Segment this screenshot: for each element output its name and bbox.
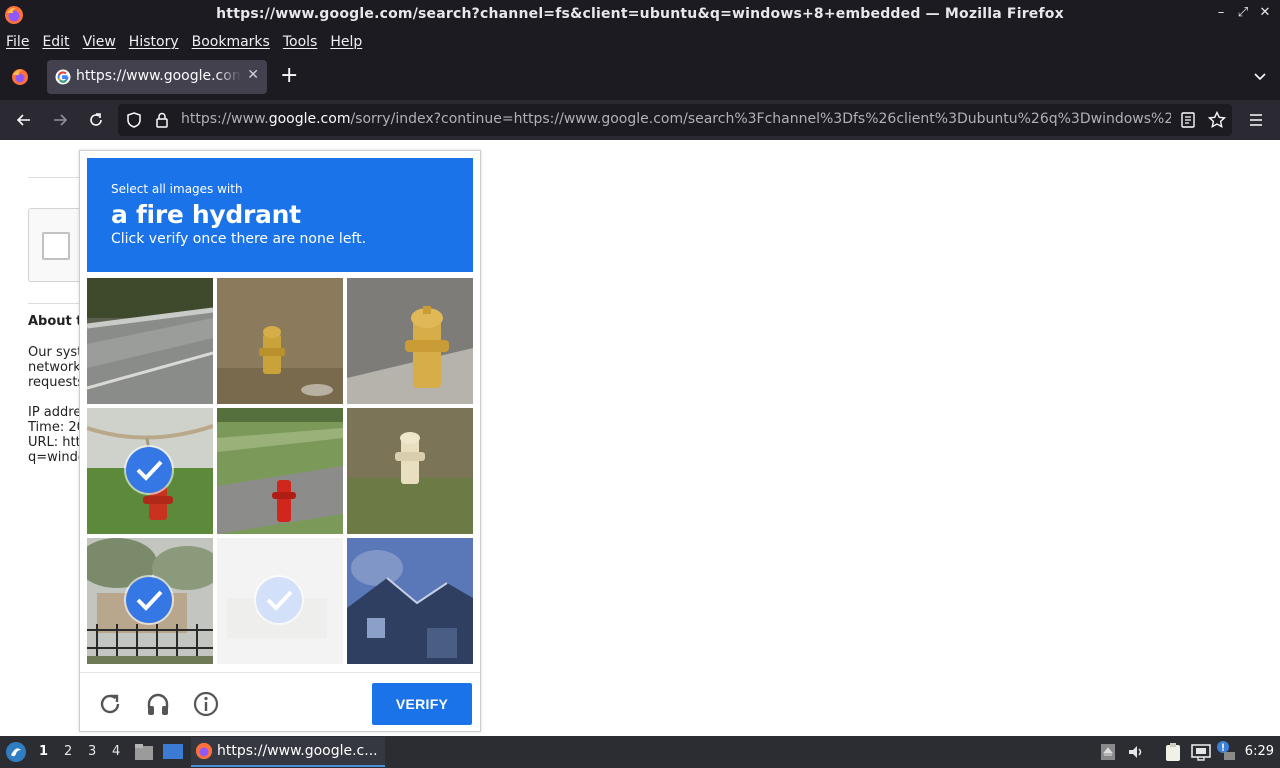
firefox-icon: [195, 742, 213, 760]
workspace-1[interactable]: 1: [39, 744, 48, 759]
captcha-tile-6[interactable]: [347, 408, 473, 534]
url-text[interactable]: https://www.google.com/sorry/index?conti…: [181, 111, 1171, 127]
para-line: requests: [28, 375, 85, 390]
navigation-toolbar: https://www.google.com/sorry/index?conti…: [0, 100, 1280, 140]
window-titlebar: https://www.google.com/search?channel=fs…: [0, 0, 1280, 30]
workspace-3[interactable]: 3: [88, 744, 96, 759]
captcha-tile-4[interactable]: [87, 408, 213, 534]
back-icon[interactable]: [14, 110, 34, 130]
tracking-protection-shield-icon[interactable]: [124, 110, 144, 130]
desktop-icon[interactable]: [162, 743, 184, 761]
forward-icon[interactable]: [50, 110, 70, 130]
url-prefix: https://www.: [181, 111, 269, 127]
captcha-tile-5[interactable]: [217, 408, 343, 534]
clock: 6:29: [1244, 744, 1274, 759]
captcha-tile-2[interactable]: [217, 278, 343, 404]
captcha-tile-8[interactable]: [217, 538, 343, 664]
tile-image-yellow-hydrant-dirt: [217, 278, 343, 404]
google-favicon-icon: [55, 69, 71, 85]
para-line: Time: 20: [28, 420, 85, 435]
notification-icon[interactable]: [1216, 740, 1236, 762]
url-path: /sorry/index?continue=https://www.google…: [350, 111, 1171, 127]
selected-check-icon: [126, 577, 172, 623]
list-all-tabs-icon[interactable]: [1252, 68, 1268, 84]
url-bar[interactable]: https://www.google.com/sorry/index?conti…: [118, 104, 1232, 136]
volume-icon[interactable]: [1127, 743, 1145, 761]
window-title: https://www.google.com/search?channel=fs…: [216, 6, 1064, 22]
recaptcha-checkbox[interactable]: [42, 232, 70, 260]
captcha-tile-7[interactable]: [87, 538, 213, 664]
workspace-2[interactable]: 2: [64, 744, 72, 759]
tile-image-yellow-hydrant-road: [347, 278, 473, 404]
tab-title: https://www.google.com/s: [76, 68, 241, 84]
menu-tools[interactable]: Tools: [283, 34, 318, 50]
selected-check-icon: [256, 577, 302, 623]
captcha-tile-1[interactable]: [87, 278, 213, 404]
file-manager-icon[interactable]: [134, 743, 154, 761]
captcha-footer: VERIFY: [80, 672, 480, 732]
start-menu-icon[interactable]: [5, 741, 27, 763]
tile-image-red-hydrant-lawn: [217, 408, 343, 534]
lock-icon[interactable]: [152, 110, 172, 130]
menu-bookmarks[interactable]: Bookmarks: [192, 34, 270, 50]
tile-image-house-blue: [347, 538, 473, 664]
clipboard-icon[interactable]: [1164, 742, 1182, 762]
reload-challenge-icon[interactable]: [96, 690, 124, 718]
reload-icon[interactable]: [86, 110, 106, 130]
tab-strip: https://www.google.com/s ✕ +: [0, 54, 1280, 100]
menu-edit[interactable]: Edit: [42, 34, 69, 50]
tile-image-road-guardrail: [87, 278, 213, 404]
captcha-target: a fire hydrant: [111, 200, 301, 229]
new-tab-button[interactable]: +: [280, 65, 298, 87]
taskbar-firefox-window[interactable]: https://www.google.c...: [191, 737, 385, 767]
hamburger-menu-icon[interactable]: [1246, 110, 1266, 130]
captcha-subtext: Click verify once there are none left.: [111, 231, 367, 247]
menu-help[interactable]: Help: [330, 34, 362, 50]
menu-file[interactable]: File: [6, 34, 29, 50]
task-label: https://www.google.c...: [217, 743, 378, 759]
captcha-challenge-dialog: Select all images with a fire hydrant Cl…: [79, 150, 481, 732]
tile-image-white-hydrant-grass: [347, 408, 473, 534]
workspace-4[interactable]: 4: [112, 744, 120, 759]
taskbar: 1 2 3 4 https://www.google.c... 6:29: [0, 736, 1280, 768]
menu-view[interactable]: View: [83, 34, 116, 50]
menu-history[interactable]: History: [129, 34, 179, 50]
verify-button[interactable]: VERIFY: [372, 683, 472, 725]
captcha-instruction: Select all images with: [111, 182, 243, 196]
captcha-header: Select all images with a fire hydrant Cl…: [87, 158, 473, 272]
network-icon[interactable]: [1191, 743, 1211, 761]
para-line: network.: [28, 360, 85, 375]
url-domain: google.com: [268, 111, 351, 127]
bookmark-star-icon[interactable]: [1207, 110, 1227, 130]
info-icon[interactable]: [192, 690, 220, 718]
tab-close-icon[interactable]: ✕: [247, 67, 259, 83]
close-window-button[interactable]: ✕: [1258, 5, 1272, 20]
menu-bar: File Edit View History Bookmarks Tools H…: [0, 30, 1280, 54]
tab-google[interactable]: https://www.google.com/s ✕: [47, 60, 267, 94]
firefox-view-icon[interactable]: [10, 67, 30, 87]
captcha-tile-3[interactable]: [347, 278, 473, 404]
maximize-button[interactable]: ⤢: [1236, 5, 1250, 20]
tray-eject-icon[interactable]: [1100, 743, 1116, 761]
audio-challenge-icon[interactable]: [144, 690, 172, 718]
selected-check-icon: [126, 447, 172, 493]
reader-view-icon[interactable]: [1179, 111, 1197, 129]
minimize-button[interactable]: –: [1214, 5, 1228, 20]
captcha-tile-9[interactable]: [347, 538, 473, 664]
